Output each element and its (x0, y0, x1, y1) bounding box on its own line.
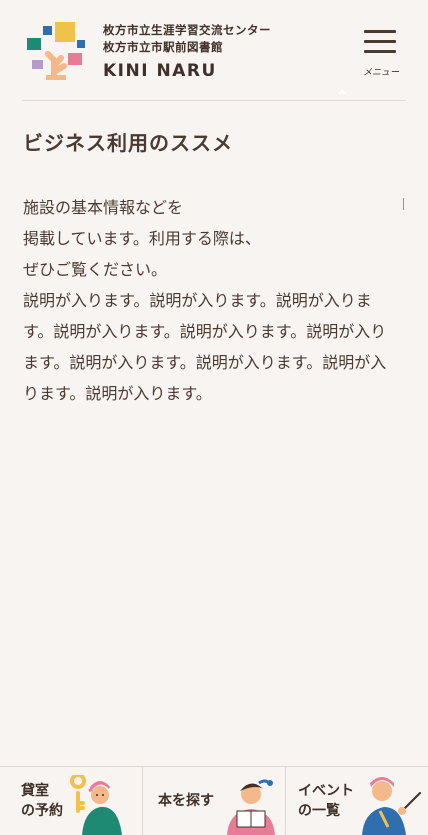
menu-label: メニュー (362, 68, 399, 78)
intro-line: 掲載しています。利用する際は、 (23, 229, 261, 248)
intro-line: ぜひご覧ください。 (23, 260, 168, 279)
org-name-line2: 枚方市立市駅前図書館 (103, 40, 223, 54)
room-reservation-label: 貸室 の予約 (21, 783, 63, 819)
event-list-label: イベント の一覧 (298, 783, 354, 819)
site-header: 枚方市立生涯学習交流センター 枚方市立市駅前図書館 KINI NARU メニュー (0, 0, 428, 101)
menu-button[interactable]: メニュー (356, 30, 406, 80)
person-reading-book-icon (221, 775, 283, 835)
bottom-nav: 貸室 の予約 本を探す イベント の一覧 (0, 766, 428, 835)
event-list-button[interactable]: イベント の一覧 (286, 767, 428, 835)
site-logo-text[interactable]: 枚方市立生涯学習交流センター 枚方市立市駅前図書館 KINI NARU (103, 22, 271, 81)
room-reservation-button[interactable]: 貸室 の予約 (0, 767, 143, 835)
page-title: ビジネス利用のススメ (23, 131, 233, 155)
org-name-line1: 枚方市立生涯学習交流センター (103, 23, 271, 37)
intro-line: 施設の基本情報などを (23, 198, 184, 217)
brand-name: KINI NARU (103, 61, 217, 81)
site-logo-icon[interactable] (24, 22, 96, 83)
book-search-label: 本を探す (158, 793, 214, 809)
intro-text: 施設の基本情報などを 掲載しています。利用する際は、 ぜひご覧ください。 (23, 192, 403, 285)
book-search-button[interactable]: 本を探す (143, 767, 286, 835)
header-divider (22, 100, 406, 101)
person-with-pointer-icon (358, 771, 424, 835)
person-with-key-icon (70, 773, 132, 835)
description-text: 説明が入ります。説明が入ります。説明が入ります。説明が入ります。説明が入ります。… (23, 291, 387, 403)
decorative-mark (338, 89, 346, 94)
scrollbar-indicator (403, 198, 404, 210)
